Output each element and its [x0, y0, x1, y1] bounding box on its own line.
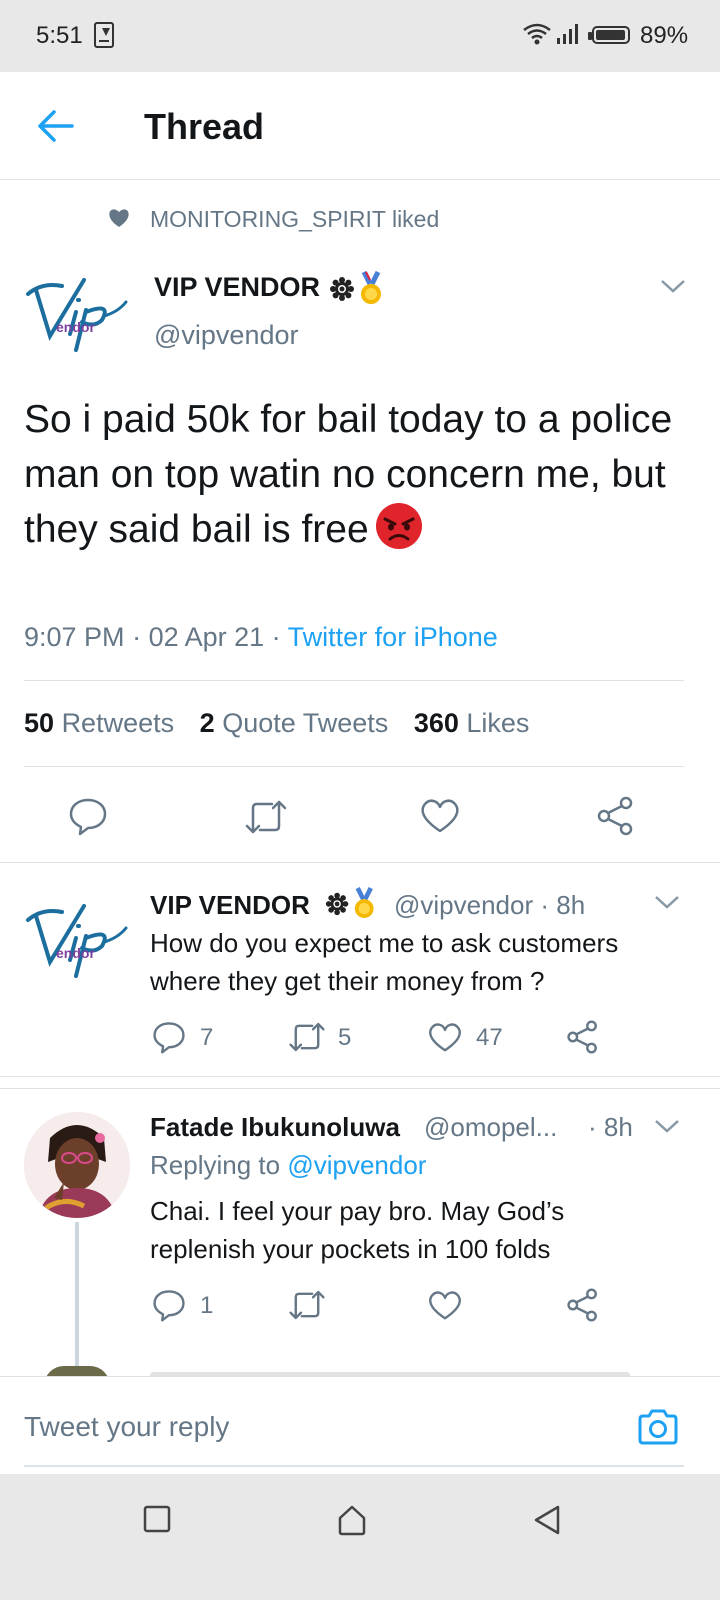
author-name[interactable]: VIP VENDOR	[154, 272, 320, 303]
reply-input[interactable]: Tweet your reply	[24, 1411, 229, 1443]
author-handle[interactable]: @vipvendor	[154, 320, 298, 351]
reply-author-handle[interactable]: @vipvendor · 8h	[394, 890, 585, 921]
logo-text: endor	[56, 945, 95, 961]
tweet-date: 02 Apr 21	[148, 622, 265, 652]
tweet-source-link[interactable]: Twitter for iPhone	[288, 622, 498, 652]
reply-icon[interactable]	[152, 1020, 186, 1054]
tweet-meta: 9:07 PM · 02 Apr 21 · Twitter for iPhone	[24, 622, 498, 652]
reply-time: · 8h	[588, 1112, 633, 1142]
replying-to-mention[interactable]: @vipvendor	[287, 1150, 426, 1180]
camera-icon[interactable]	[636, 1407, 680, 1447]
divider	[0, 862, 720, 863]
recents-icon[interactable]	[142, 1504, 172, 1534]
logo-text: endor	[56, 319, 95, 335]
reply-count: 1	[200, 1292, 214, 1319]
reply-input-underline	[24, 1465, 684, 1467]
like-icon[interactable]	[420, 798, 460, 834]
vip-vendor-avatar[interactable]: endor	[22, 898, 130, 978]
heart-icon	[109, 209, 129, 227]
reply-time: · 8h	[540, 890, 586, 920]
battery-percent: 89%	[640, 22, 689, 49]
divider	[24, 680, 684, 681]
page-title: Thread	[144, 106, 265, 147]
reply-count: 7	[200, 1024, 214, 1051]
divider	[24, 766, 684, 767]
reply-text: How do you expect me to ask customers wh…	[150, 928, 619, 996]
verified-badges-icon	[325, 886, 374, 918]
status-time: 5:51	[36, 22, 83, 49]
back-arrow-icon[interactable]	[34, 106, 76, 146]
thread-line	[75, 1222, 79, 1372]
divider	[0, 1088, 720, 1089]
share-icon[interactable]	[566, 1288, 600, 1322]
chevron-down-icon[interactable]	[654, 1118, 680, 1134]
download-icon	[94, 22, 114, 48]
retweets-stat[interactable]: 50 Retweets	[24, 708, 174, 738]
user-photo	[24, 1112, 130, 1218]
wifi-icon	[523, 23, 551, 45]
share-icon[interactable]	[566, 1020, 600, 1054]
tweet-text: So i paid 50k for bail today to a police…	[24, 392, 684, 557]
tweet-text-body: So i paid 50k for bail today to a police…	[24, 398, 673, 551]
home-icon[interactable]	[336, 1504, 368, 1536]
social-context-label: MONITORING_SPIRIT liked	[150, 206, 440, 232]
share-icon[interactable]	[596, 796, 636, 836]
like-icon[interactable]	[428, 1022, 462, 1053]
reply-compose-bar: Tweet your reply	[0, 1376, 720, 1472]
reply-author-name[interactable]: VIP VENDOR	[150, 890, 310, 921]
tweet-time: 9:07 PM	[24, 622, 125, 652]
retweet-count: 5	[338, 1024, 352, 1051]
reply-icon[interactable]	[152, 1288, 186, 1322]
reply-icon[interactable]	[68, 796, 108, 836]
angry-face-emoji-icon	[375, 503, 422, 549]
app-header: Thread	[0, 72, 720, 180]
reply-author-handle[interactable]: @omopel...	[424, 1112, 557, 1143]
likes-stat[interactable]: 360 Likes	[414, 708, 530, 738]
system-nav-bar	[0, 1474, 720, 1600]
fatade-avatar[interactable]	[24, 1112, 130, 1218]
like-icon[interactable]	[428, 1290, 462, 1321]
author-badges	[328, 270, 390, 311]
replying-to: Replying to @vipvendor	[150, 1150, 427, 1180]
retweet-icon[interactable]	[288, 1020, 326, 1054]
vip-vendor-avatar[interactable]: endor	[22, 272, 130, 352]
retweet-icon[interactable]	[244, 798, 288, 836]
retweet-icon[interactable]	[288, 1288, 326, 1322]
divider	[0, 1076, 720, 1077]
chevron-down-icon[interactable]	[660, 278, 686, 294]
like-count: 47	[476, 1024, 503, 1051]
tweet-stats: 50 Retweets 2 Quote Tweets 360 Likes	[24, 708, 529, 739]
battery-icon	[588, 26, 630, 44]
signal-icon	[557, 24, 578, 44]
status-bar: 5:51 89%	[0, 0, 720, 72]
chevron-down-icon[interactable]	[654, 894, 680, 910]
reply-text: Chai. I feel your pay bro. May God’s rep…	[150, 1196, 565, 1264]
reply-author-name[interactable]: Fatade Ibukunoluwa	[150, 1112, 400, 1143]
verified-badges-icon	[330, 270, 381, 304]
back-nav-icon[interactable]	[532, 1504, 562, 1536]
quote-tweets-stat[interactable]: 2 Quote Tweets	[200, 708, 389, 738]
